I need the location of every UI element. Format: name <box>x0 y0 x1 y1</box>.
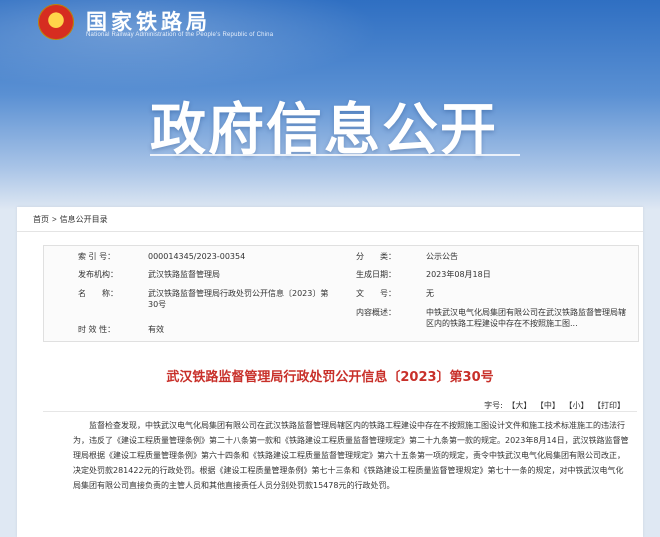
document-paragraph: 监督检查发现，中铁武汉电气化局集团有限公司在武汉铁路监督管理局辖区内的铁路工程建… <box>73 421 629 490</box>
issuer-value: 武汉铁路监督管理局 <box>148 270 220 279</box>
validity-label: 时 效 性： <box>78 325 116 334</box>
content-panel: 首页 > 信息公开目录 索 引 号： 000014345/2023-00354 分 … <box>17 207 643 537</box>
index-label: 索 引 号： <box>78 252 116 261</box>
breadcrumb: 首页 > 信息公开目录 <box>33 214 111 225</box>
header-banner: ★ 国家铁路局 National Railway Administration … <box>0 0 660 210</box>
title-underline <box>150 154 520 156</box>
font-small-button[interactable]: 【小】 <box>564 401 588 410</box>
document-divider <box>43 411 637 412</box>
breadcrumb-home-link[interactable]: 首页 <box>33 215 49 224</box>
font-size-controls: 字号: 【大】 【中】 【小】 【打印】 <box>482 400 625 411</box>
font-large-button[interactable]: 【大】 <box>507 401 531 410</box>
category-label: 分 类： <box>356 252 396 261</box>
docno-value: 无 <box>426 289 434 298</box>
print-button[interactable]: 【打印】 <box>593 401 625 410</box>
validity-value: 有效 <box>148 325 164 334</box>
summary-label: 内容概述： <box>356 308 396 317</box>
category-value: 公示公告 <box>426 252 458 261</box>
metadata-table: 索 引 号： 000014345/2023-00354 分 类： 公示公告 发布… <box>43 245 639 342</box>
document-title: 武汉铁路监督管理局行政处罚公开信息〔2023〕第30号 <box>166 370 494 385</box>
font-size-label: 字号: <box>484 401 503 410</box>
date-label: 生成日期： <box>356 270 396 279</box>
index-value: 000014345/2023-00354 <box>148 252 246 261</box>
issuer-label: 发布机构： <box>78 270 118 279</box>
national-emblem-icon: ★ <box>38 4 74 40</box>
document-body: 监督检查发现，中铁武汉电气化局集团有限公司在武汉铁路监督管理局辖区内的铁路工程建… <box>73 418 629 493</box>
date-value: 2023年08月18日 <box>426 270 491 279</box>
docno-label: 文 号： <box>356 289 396 298</box>
name-value: 武汉铁路监督管理局行政处罚公开信息〔2023〕第30号 <box>148 289 329 309</box>
breadcrumb-separator: > <box>52 215 57 224</box>
brand-english-name: National Railway Administration of the P… <box>86 32 274 38</box>
font-medium-button[interactable]: 【中】 <box>536 401 560 410</box>
breadcrumb-divider <box>17 231 643 232</box>
name-label: 名 称： <box>78 289 118 298</box>
summary-value: 中铁武汉电气化局集团有限公司在武汉铁路监督管理局辖区内的铁路工程建设中存在不按照… <box>426 308 626 328</box>
breadcrumb-catalog-link[interactable]: 信息公开目录 <box>60 215 108 224</box>
